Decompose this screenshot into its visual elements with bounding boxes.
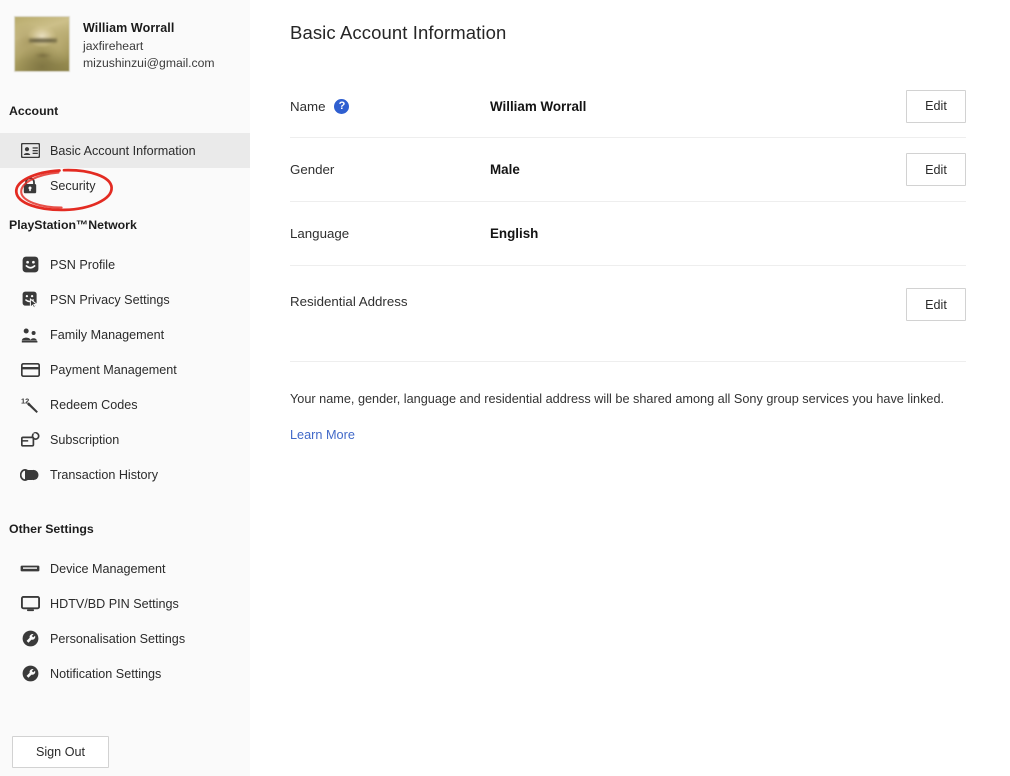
table-row-residential-address: Residential Address Edit [290,266,966,362]
sidebar-list-account: Basic Account Information Security [0,133,250,203]
learn-more-link[interactable]: Learn More [290,428,355,442]
table-row-language: Language English [290,202,966,266]
monitor-tv-icon [20,594,40,614]
sidebar-item-label: Basic Account Information [50,143,196,158]
row-label-text: Residential Address [290,294,408,309]
row-value: English [490,226,539,241]
table-row-gender: Gender Male Edit [290,138,966,202]
sidebar-section-heading-other: Other Settings [9,522,94,536]
row-label-text: Language [290,226,350,241]
account-management-page: William Worrall jaxfireheart mizushinzui… [0,0,1010,776]
sidebar-item-label: Payment Management [50,362,177,377]
sidebar-item-device-management[interactable]: Device Management [0,551,250,586]
sidebar-item-label: Transaction History [50,467,159,482]
row-label-text: Name [290,98,326,114]
profile-text: William Worrall jaxfireheart mizushinzui… [83,16,215,72]
row-label: Name ? [290,98,490,114]
profile-display-name: William Worrall [83,21,175,35]
sharing-footnote: Your name, gender, language and resident… [290,392,945,406]
sidebar-item-label: Notification Settings [50,666,162,681]
sidebar-section-heading-account: Account [9,104,59,118]
row-label-text: Gender [290,162,335,177]
sidebar-item-notification-settings[interactable]: Notification Settings [0,656,250,691]
scratch-code-icon: 12 [20,395,40,415]
sidebar-item-transaction-history[interactable]: Transaction History [0,457,250,492]
transaction-coins-icon [20,465,40,485]
row-label: Gender [290,162,490,177]
avatar[interactable] [14,16,70,72]
lock-icon [20,176,40,196]
console-device-icon [20,559,40,579]
subscription-renew-icon [20,430,40,450]
account-info-table: Name ? William Worrall Edit Gender Male … [290,74,966,362]
sidebar-section-heading-psn: PlayStation™Network [9,218,137,232]
sidebar-item-label: Security [50,178,96,193]
wrench-circle-icon [20,629,40,649]
row-label: Residential Address [290,294,490,309]
id-card-icon [20,141,40,161]
row-value: Male [490,162,520,177]
sidebar-item-redeem-codes[interactable]: 12 Redeem Codes [0,387,250,422]
wrench-circle-icon [20,664,40,684]
profile-email: mizushinzui@gmail.com [83,56,215,71]
credit-card-icon [20,360,40,380]
sidebar-item-hdtv-bd-pin-settings[interactable]: HDTV/BD PIN Settings [0,586,250,621]
edit-gender-button[interactable]: Edit [906,153,966,186]
sidebar-item-label: Subscription [50,432,120,447]
sidebar: William Worrall jaxfireheart mizushinzui… [0,0,250,776]
privacy-cursor-icon [20,290,40,310]
help-icon[interactable]: ? [334,98,350,114]
sidebar-item-family-management[interactable]: Family Management [0,317,250,352]
edit-residential-address-button[interactable]: Edit [906,288,966,321]
sidebar-list-other: Device Management HDTV/BD PIN Settings P… [0,551,250,691]
sidebar-item-payment-management[interactable]: Payment Management [0,352,250,387]
profile-online-id: jaxfireheart [83,38,144,53]
profile-summary: William Worrall jaxfireheart mizushinzui… [0,0,250,96]
sidebar-item-basic-account-information[interactable]: Basic Account Information [0,133,250,168]
sidebar-item-label: Family Management [50,327,165,342]
sidebar-item-subscription[interactable]: Subscription [0,422,250,457]
row-label: Language [290,226,490,241]
row-value: William Worrall [490,98,587,114]
sidebar-item-personalisation-settings[interactable]: Personalisation Settings [0,621,250,656]
sidebar-list-psn: PSN Profile PSN Privacy Settings Family … [0,247,250,492]
sidebar-item-label: HDTV/BD PIN Settings [50,596,179,611]
sidebar-item-label: Personalisation Settings [50,631,186,646]
edit-name-button[interactable]: Edit [906,89,966,123]
sidebar-item-psn-profile[interactable]: PSN Profile [0,247,250,282]
sidebar-item-label: PSN Profile [50,257,116,272]
sidebar-item-label: PSN Privacy Settings [50,292,170,307]
sign-out-button[interactable]: Sign Out [12,736,109,768]
main-content: Basic Account Information Name ? William… [250,0,1010,776]
table-row-name: Name ? William Worrall Edit [290,74,966,138]
sign-out-container: Sign Out [12,736,109,768]
family-people-icon [20,325,40,345]
sidebar-item-label: Redeem Codes [50,397,138,412]
sidebar-item-label: Device Management [50,561,166,576]
smiley-face-icon [20,255,40,275]
sidebar-item-psn-privacy-settings[interactable]: PSN Privacy Settings [0,282,250,317]
sidebar-item-security[interactable]: Security [0,168,250,203]
page-title: Basic Account Information [290,22,507,43]
